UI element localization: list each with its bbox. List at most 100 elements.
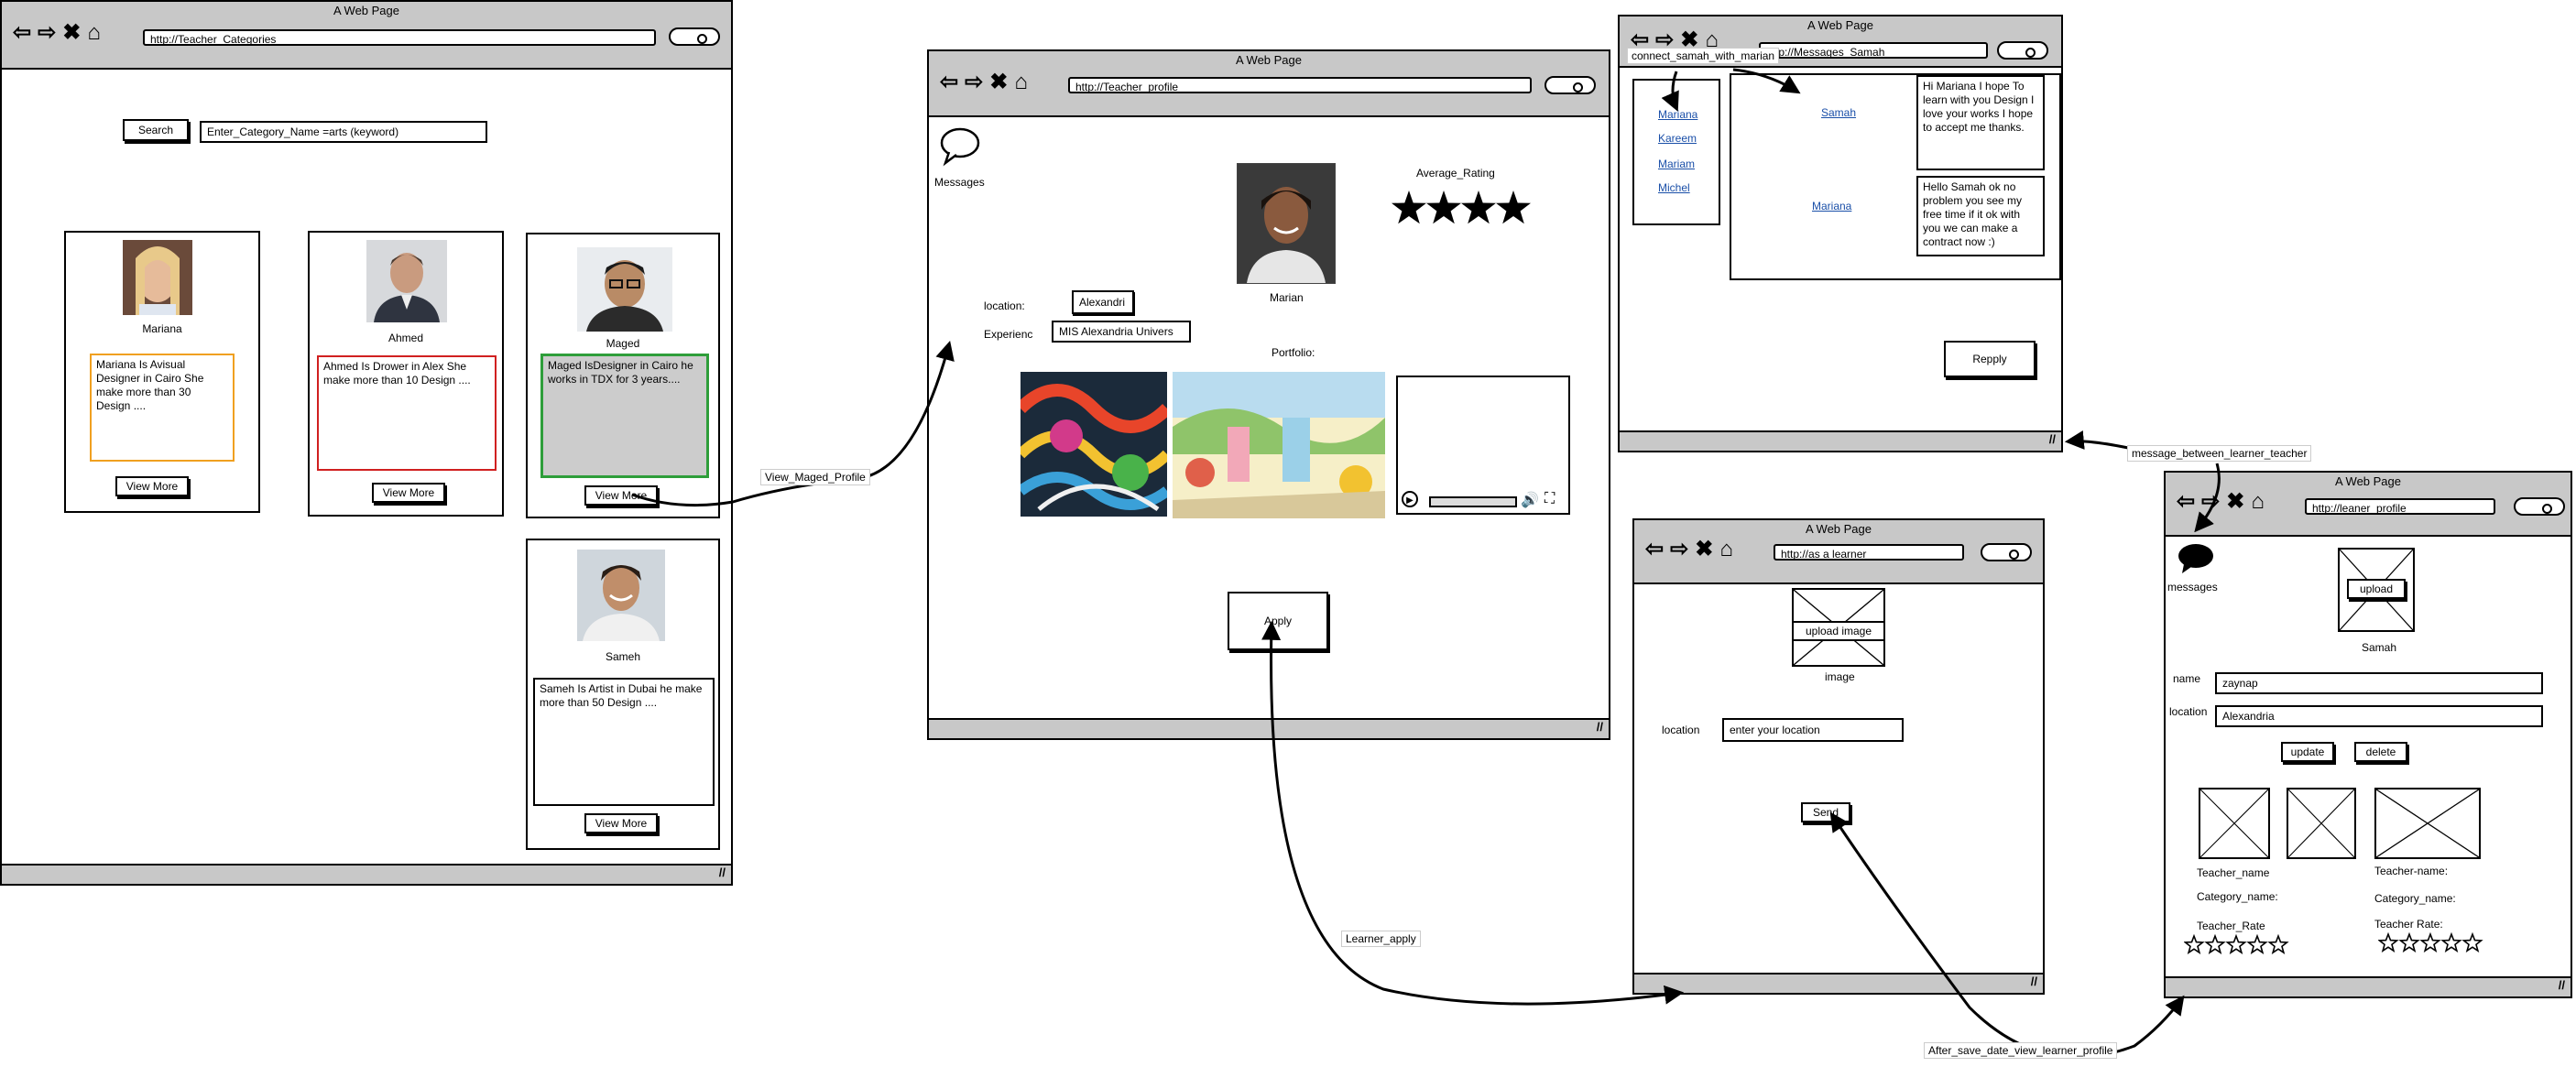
message-sender[interactable]: Mariana bbox=[1812, 200, 1851, 212]
window-title: A Web Page bbox=[1235, 53, 1303, 67]
forward-icon[interactable]: ⇨ bbox=[2201, 491, 2220, 513]
rate-star-icon[interactable] bbox=[2267, 933, 2289, 954]
teacher-image-placeholder bbox=[2287, 788, 2356, 859]
browser-search-icon[interactable] bbox=[1997, 41, 2048, 60]
rating-label: Average_Rating bbox=[1416, 167, 1495, 180]
send-button[interactable]: Send bbox=[1801, 802, 1850, 822]
back-icon[interactable]: ⇦ bbox=[2177, 491, 2195, 513]
url-bar[interactable]: http://leaner_profile bbox=[2305, 498, 2495, 515]
categories-window: A Web Page ⇦ ⇨ ✖ ⌂ http://Teacher_Catego… bbox=[0, 0, 733, 886]
upload-image-button[interactable]: upload image bbox=[1792, 621, 1885, 641]
browser-search-icon[interactable] bbox=[669, 27, 720, 46]
contact-link[interactable]: Mariana bbox=[1658, 108, 1697, 121]
contact-link[interactable]: Mariam bbox=[1658, 158, 1695, 170]
location-value[interactable]: Alexandri bbox=[1072, 290, 1134, 314]
close-icon[interactable]: ✖ bbox=[62, 22, 81, 44]
browser-toolbar: A Web Page ⇦ ⇨ ✖ ⌂ http://Teacher_Catego… bbox=[2, 2, 731, 70]
teacher-image-placeholder bbox=[2199, 788, 2270, 859]
teacher-card: Sameh Sameh Is Artist in Dubai he make m… bbox=[526, 539, 720, 850]
fullscreen-icon[interactable]: ⛶ bbox=[1545, 491, 1555, 507]
close-icon[interactable]: ✖ bbox=[2226, 491, 2244, 513]
view-more-button[interactable]: View More bbox=[584, 485, 658, 506]
back-icon[interactable]: ⇦ bbox=[13, 22, 31, 44]
rate-star-icon[interactable] bbox=[2225, 933, 2247, 954]
location-label: location bbox=[2169, 705, 2208, 718]
home-icon[interactable]: ⌂ bbox=[2251, 491, 2265, 513]
teacher-name: Maged bbox=[606, 337, 640, 350]
play-icon[interactable]: ▶ bbox=[1402, 491, 1418, 507]
message-bubble: Hi Mariana I hope To learn with you Desi… bbox=[1916, 75, 2045, 170]
view-more-button[interactable]: View More bbox=[584, 813, 658, 833]
messages-icon[interactable] bbox=[2177, 542, 2215, 575]
view-more-button[interactable]: View More bbox=[115, 476, 189, 496]
message-thread: Samah Hi Mariana I hope To learn with yo… bbox=[1730, 73, 2061, 280]
url-bar[interactable]: http://Teacher_Categories bbox=[143, 29, 656, 46]
home-icon[interactable]: ⌂ bbox=[1719, 539, 1733, 561]
view-more-button[interactable]: View More bbox=[372, 483, 445, 503]
status-bar bbox=[2, 864, 731, 884]
upload-button[interactable]: upload bbox=[2347, 579, 2406, 599]
url-bar[interactable]: http://Teacher_profile bbox=[1068, 77, 1532, 93]
back-icon[interactable]: ⇦ bbox=[1645, 539, 1664, 561]
close-icon[interactable]: ✖ bbox=[1695, 539, 1713, 561]
rate-star-icon[interactable] bbox=[2377, 931, 2399, 953]
location-input[interactable]: enter your location bbox=[1722, 718, 1904, 742]
location-label: location: bbox=[984, 299, 1025, 312]
category-search-input[interactable]: Enter_Category_Name =arts (keyword) bbox=[200, 121, 487, 143]
teacher-image-placeholder bbox=[2374, 788, 2481, 859]
nav-buttons: ⇦ ⇨ ✖ ⌂ bbox=[2177, 491, 2265, 513]
teacher-rate-stars[interactable] bbox=[2377, 931, 2488, 954]
teacher-description: Sameh Is Artist in Dubai he make more th… bbox=[533, 678, 715, 806]
rate-star-icon[interactable] bbox=[2204, 933, 2226, 954]
teacher-rate-label: Teacher Rate: bbox=[2374, 918, 2443, 931]
rating-star-icon bbox=[1392, 191, 1426, 224]
browser-search-icon[interactable] bbox=[1981, 543, 2032, 561]
contact-link[interactable]: Kareem bbox=[1658, 132, 1697, 145]
teacher-avatar bbox=[366, 240, 447, 322]
url-bar[interactable]: http://Messages_Samah bbox=[1759, 42, 1988, 59]
rate-star-icon[interactable] bbox=[2398, 931, 2420, 953]
delete-button[interactable]: delete bbox=[2354, 742, 2407, 762]
window-title: A Web Page bbox=[333, 4, 400, 17]
rating-stars bbox=[1391, 187, 1534, 229]
experience-value[interactable]: MIS Alexandria Univers bbox=[1052, 321, 1191, 343]
reply-button[interactable]: Repply bbox=[1944, 341, 2036, 377]
teacher-name: Marian bbox=[1270, 291, 1304, 304]
browser-search-icon[interactable] bbox=[2514, 497, 2565, 516]
search-button[interactable]: Search bbox=[123, 119, 189, 141]
rate-star-icon[interactable] bbox=[2183, 933, 2205, 954]
apply-button[interactable]: Apply bbox=[1228, 592, 1328, 650]
rating-star-icon bbox=[1426, 191, 1461, 224]
url-bar[interactable]: http://as a learner bbox=[1774, 544, 1964, 561]
video-player[interactable]: ▶ 🔊 ⛶ bbox=[1396, 376, 1570, 515]
messages-icon[interactable] bbox=[940, 126, 980, 167]
contact-link[interactable]: Michel bbox=[1658, 181, 1690, 194]
location-input[interactable]: Alexandria bbox=[2215, 705, 2543, 727]
back-icon[interactable]: ⇦ bbox=[940, 71, 958, 93]
rate-star-icon[interactable] bbox=[2419, 931, 2441, 953]
video-progress-bar[interactable] bbox=[1429, 496, 1517, 507]
browser-toolbar: A Web Page ⇦ ⇨ ✖ ⌂ http://Teacher_profil… bbox=[929, 51, 1609, 117]
close-icon[interactable]: ✖ bbox=[989, 71, 1008, 93]
forward-icon[interactable]: ⇨ bbox=[1670, 539, 1688, 561]
update-button[interactable]: update bbox=[2281, 742, 2334, 762]
forward-icon[interactable]: ⇨ bbox=[965, 71, 983, 93]
teacher-name: Sameh bbox=[605, 650, 641, 663]
teacher-description: Maged IsDesigner in Cairo he works in TD… bbox=[540, 354, 709, 478]
home-icon[interactable]: ⌂ bbox=[87, 22, 101, 44]
teacher-rate-stars[interactable] bbox=[2183, 933, 2294, 956]
volume-icon[interactable]: 🔊 bbox=[1521, 491, 1539, 509]
portfolio-image[interactable] bbox=[1173, 372, 1385, 518]
browser-toolbar: A Web Page ⇦ ⇨ ✖ ⌂ http://leaner_profile bbox=[2166, 473, 2571, 537]
rate-star-icon[interactable] bbox=[2440, 931, 2462, 953]
home-icon[interactable]: ⌂ bbox=[1014, 71, 1028, 93]
rate-star-icon[interactable] bbox=[2246, 933, 2268, 954]
rate-star-icon[interactable] bbox=[2461, 931, 2483, 953]
name-input[interactable]: zaynap bbox=[2215, 672, 2543, 694]
browser-search-icon[interactable] bbox=[1545, 76, 1596, 94]
image-label: image bbox=[1825, 670, 1855, 683]
message-sender[interactable]: Samah bbox=[1821, 106, 1856, 119]
portfolio-image[interactable] bbox=[1016, 372, 1172, 517]
teacher-name-label: Teacher_name bbox=[2197, 866, 2270, 879]
forward-icon[interactable]: ⇨ bbox=[38, 22, 56, 44]
